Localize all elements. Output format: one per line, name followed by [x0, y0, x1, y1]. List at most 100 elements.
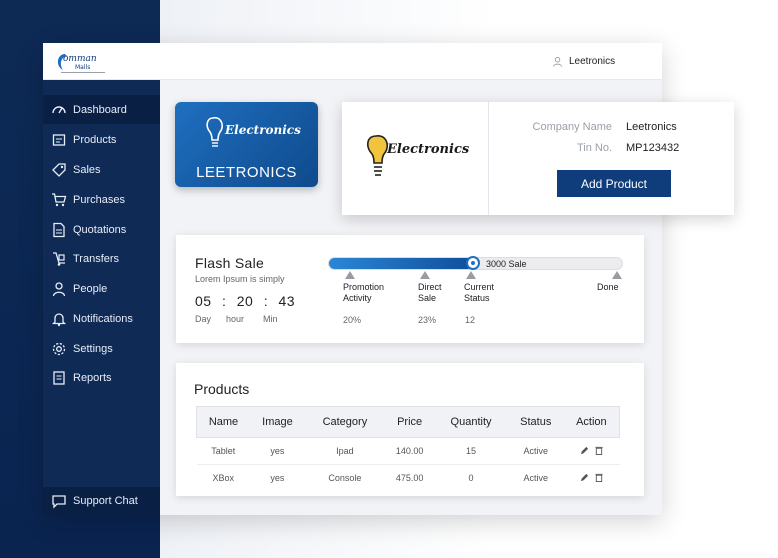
tin-value: MP123432	[626, 142, 680, 154]
sale-progress-track	[328, 256, 623, 270]
user-name: Leetronics	[569, 55, 616, 67]
sidebar-item-purchases[interactable]: Purchases	[43, 185, 160, 214]
sidebar-item-products[interactable]: Products	[43, 125, 160, 154]
report-icon	[53, 370, 65, 385]
cell-status: Active	[507, 437, 564, 465]
products-title: Products	[194, 381, 250, 397]
table-row[interactable]: Tablet yes Ipad 140.00 15 Active	[196, 437, 620, 465]
timer-label-min: Min	[263, 314, 278, 324]
cell-quantity: 0	[468, 473, 474, 484]
company-logo-text: Electronics	[386, 142, 470, 157]
products-icon	[52, 133, 66, 146]
sale-progress-handle[interactable]	[465, 256, 480, 270]
company-name-value: Leetronics	[626, 121, 677, 133]
timer-seconds: 43	[278, 293, 296, 309]
brand-card: Electronics LEETRONICS	[175, 102, 318, 187]
sidebar-item-label: Products	[73, 133, 117, 146]
flash-sale-card: Flash Sale Lorem Ipsum is simply 05 : 20…	[176, 235, 644, 343]
table-header-row: Name Image Category Price Quantity Statu…	[196, 406, 620, 438]
delete-icon[interactable]	[595, 446, 603, 455]
svg-text:Malls: Malls	[75, 64, 90, 71]
cell-name: Tablet	[196, 437, 251, 465]
tin-label: Tin No.	[576, 142, 612, 154]
cell-quantity: 15	[434, 437, 508, 465]
stage-current-status: Current Status	[464, 271, 494, 304]
table-row[interactable]: XBox yes Console 475.00 0 Active	[197, 465, 620, 492]
column-header[interactable]: Category	[304, 406, 385, 438]
sidebar-item-reports[interactable]: Reports	[43, 363, 160, 392]
svg-text:omman: omman	[63, 54, 97, 64]
document-icon	[53, 222, 65, 237]
timer-separator: :	[263, 293, 269, 309]
person-icon	[52, 281, 66, 296]
countdown-timer: 05 : 20 : 43	[195, 293, 295, 309]
stage-label: Current	[464, 282, 495, 292]
flash-sale-title: Flash Sale	[195, 255, 265, 271]
sidebar-item-label: Notifications	[73, 312, 133, 325]
sidebar-item-sales[interactable]: Sales	[43, 155, 160, 184]
flash-sale-subtitle: Lorem Ipsum is simply	[195, 274, 285, 284]
timer-separator: :	[221, 293, 227, 309]
sidebar-item-label: Quotations	[73, 223, 127, 236]
stage-marker-icon	[466, 271, 476, 279]
stage-value: 20%	[343, 315, 362, 325]
company-name-label: Company Name	[532, 121, 612, 133]
company-logo: Electronics	[367, 135, 470, 176]
sidebar-item-label: Dashboard	[73, 103, 127, 116]
sale-progress-label: 3000 Sale	[486, 259, 527, 269]
column-header[interactable]: Status	[507, 406, 564, 438]
support-chat-label: Support Chat	[73, 495, 138, 507]
stage-done: Done	[597, 271, 622, 293]
column-header: Action	[563, 406, 620, 438]
edit-icon[interactable]	[580, 473, 589, 482]
card-divider	[488, 102, 489, 215]
stage-label: Done	[597, 282, 619, 292]
stage-label: Direct	[418, 282, 442, 292]
delete-icon[interactable]	[595, 473, 603, 482]
timer-minutes: 20	[236, 293, 254, 309]
sidebar-item-label: Purchases	[73, 193, 125, 206]
products-card: Products Name Image Category Price Quant…	[176, 363, 644, 496]
add-product-button[interactable]: Add Product	[557, 170, 671, 197]
sidebar: Dashboard Products Sales Purchases Quota…	[43, 80, 160, 515]
cell-actions	[564, 465, 620, 492]
sidebar-item-settings[interactable]: Settings	[43, 334, 160, 363]
sidebar-item-transfers[interactable]: Transfers	[43, 244, 160, 273]
cell-category: Ipad	[304, 437, 385, 465]
cell-price: 475.00	[395, 473, 424, 484]
sidebar-item-label: People	[73, 282, 108, 295]
column-header[interactable]: Image	[250, 406, 305, 438]
stage-promotion: Promotion Activity	[343, 271, 384, 304]
stage-marker-icon	[345, 271, 355, 279]
column-header[interactable]: Price	[384, 406, 435, 438]
edit-icon[interactable]	[580, 446, 589, 455]
column-header[interactable]: Name	[196, 406, 251, 438]
user-menu[interactable]: Leetronics	[552, 49, 636, 73]
company-card: Electronics Company Name Leetronics Tin …	[342, 102, 734, 215]
brand-name: LEETRONICS	[196, 164, 297, 181]
stage-marker-icon	[612, 271, 622, 279]
cart-icon	[52, 192, 67, 206]
column-header[interactable]: Quantity	[434, 406, 508, 438]
stage-label: Promotion	[343, 282, 385, 292]
sidebar-item-label: Reports	[73, 371, 112, 384]
timer-hours: 05	[195, 293, 212, 309]
sidebar-item-notifications[interactable]: Notifications	[43, 304, 160, 333]
sidebar-item-quotations[interactable]: Quotations	[43, 215, 160, 244]
cell-price: 140.00	[384, 437, 435, 465]
timer-label-day: Day	[195, 314, 212, 324]
sidebar-item-people[interactable]: People	[43, 274, 160, 303]
cell-status: Active	[523, 473, 548, 484]
products-table: Name Image Category Price Quantity Statu…	[196, 406, 620, 492]
support-chat-button[interactable]: Support Chat	[43, 487, 160, 515]
sidebar-item-label: Sales	[73, 163, 101, 176]
cell-category: Console	[328, 473, 362, 484]
brand-script-text: Electronics	[224, 123, 301, 137]
chat-icon	[52, 495, 66, 509]
cell-name: XBox	[212, 473, 235, 484]
top-bar: omman Malls Leetronics	[43, 43, 662, 80]
app-logo[interactable]: omman Malls	[53, 48, 113, 76]
timer-label-hour: hour	[226, 314, 245, 324]
sidebar-item-dashboard[interactable]: Dashboard	[43, 95, 160, 124]
stage-label: Status	[464, 293, 490, 303]
